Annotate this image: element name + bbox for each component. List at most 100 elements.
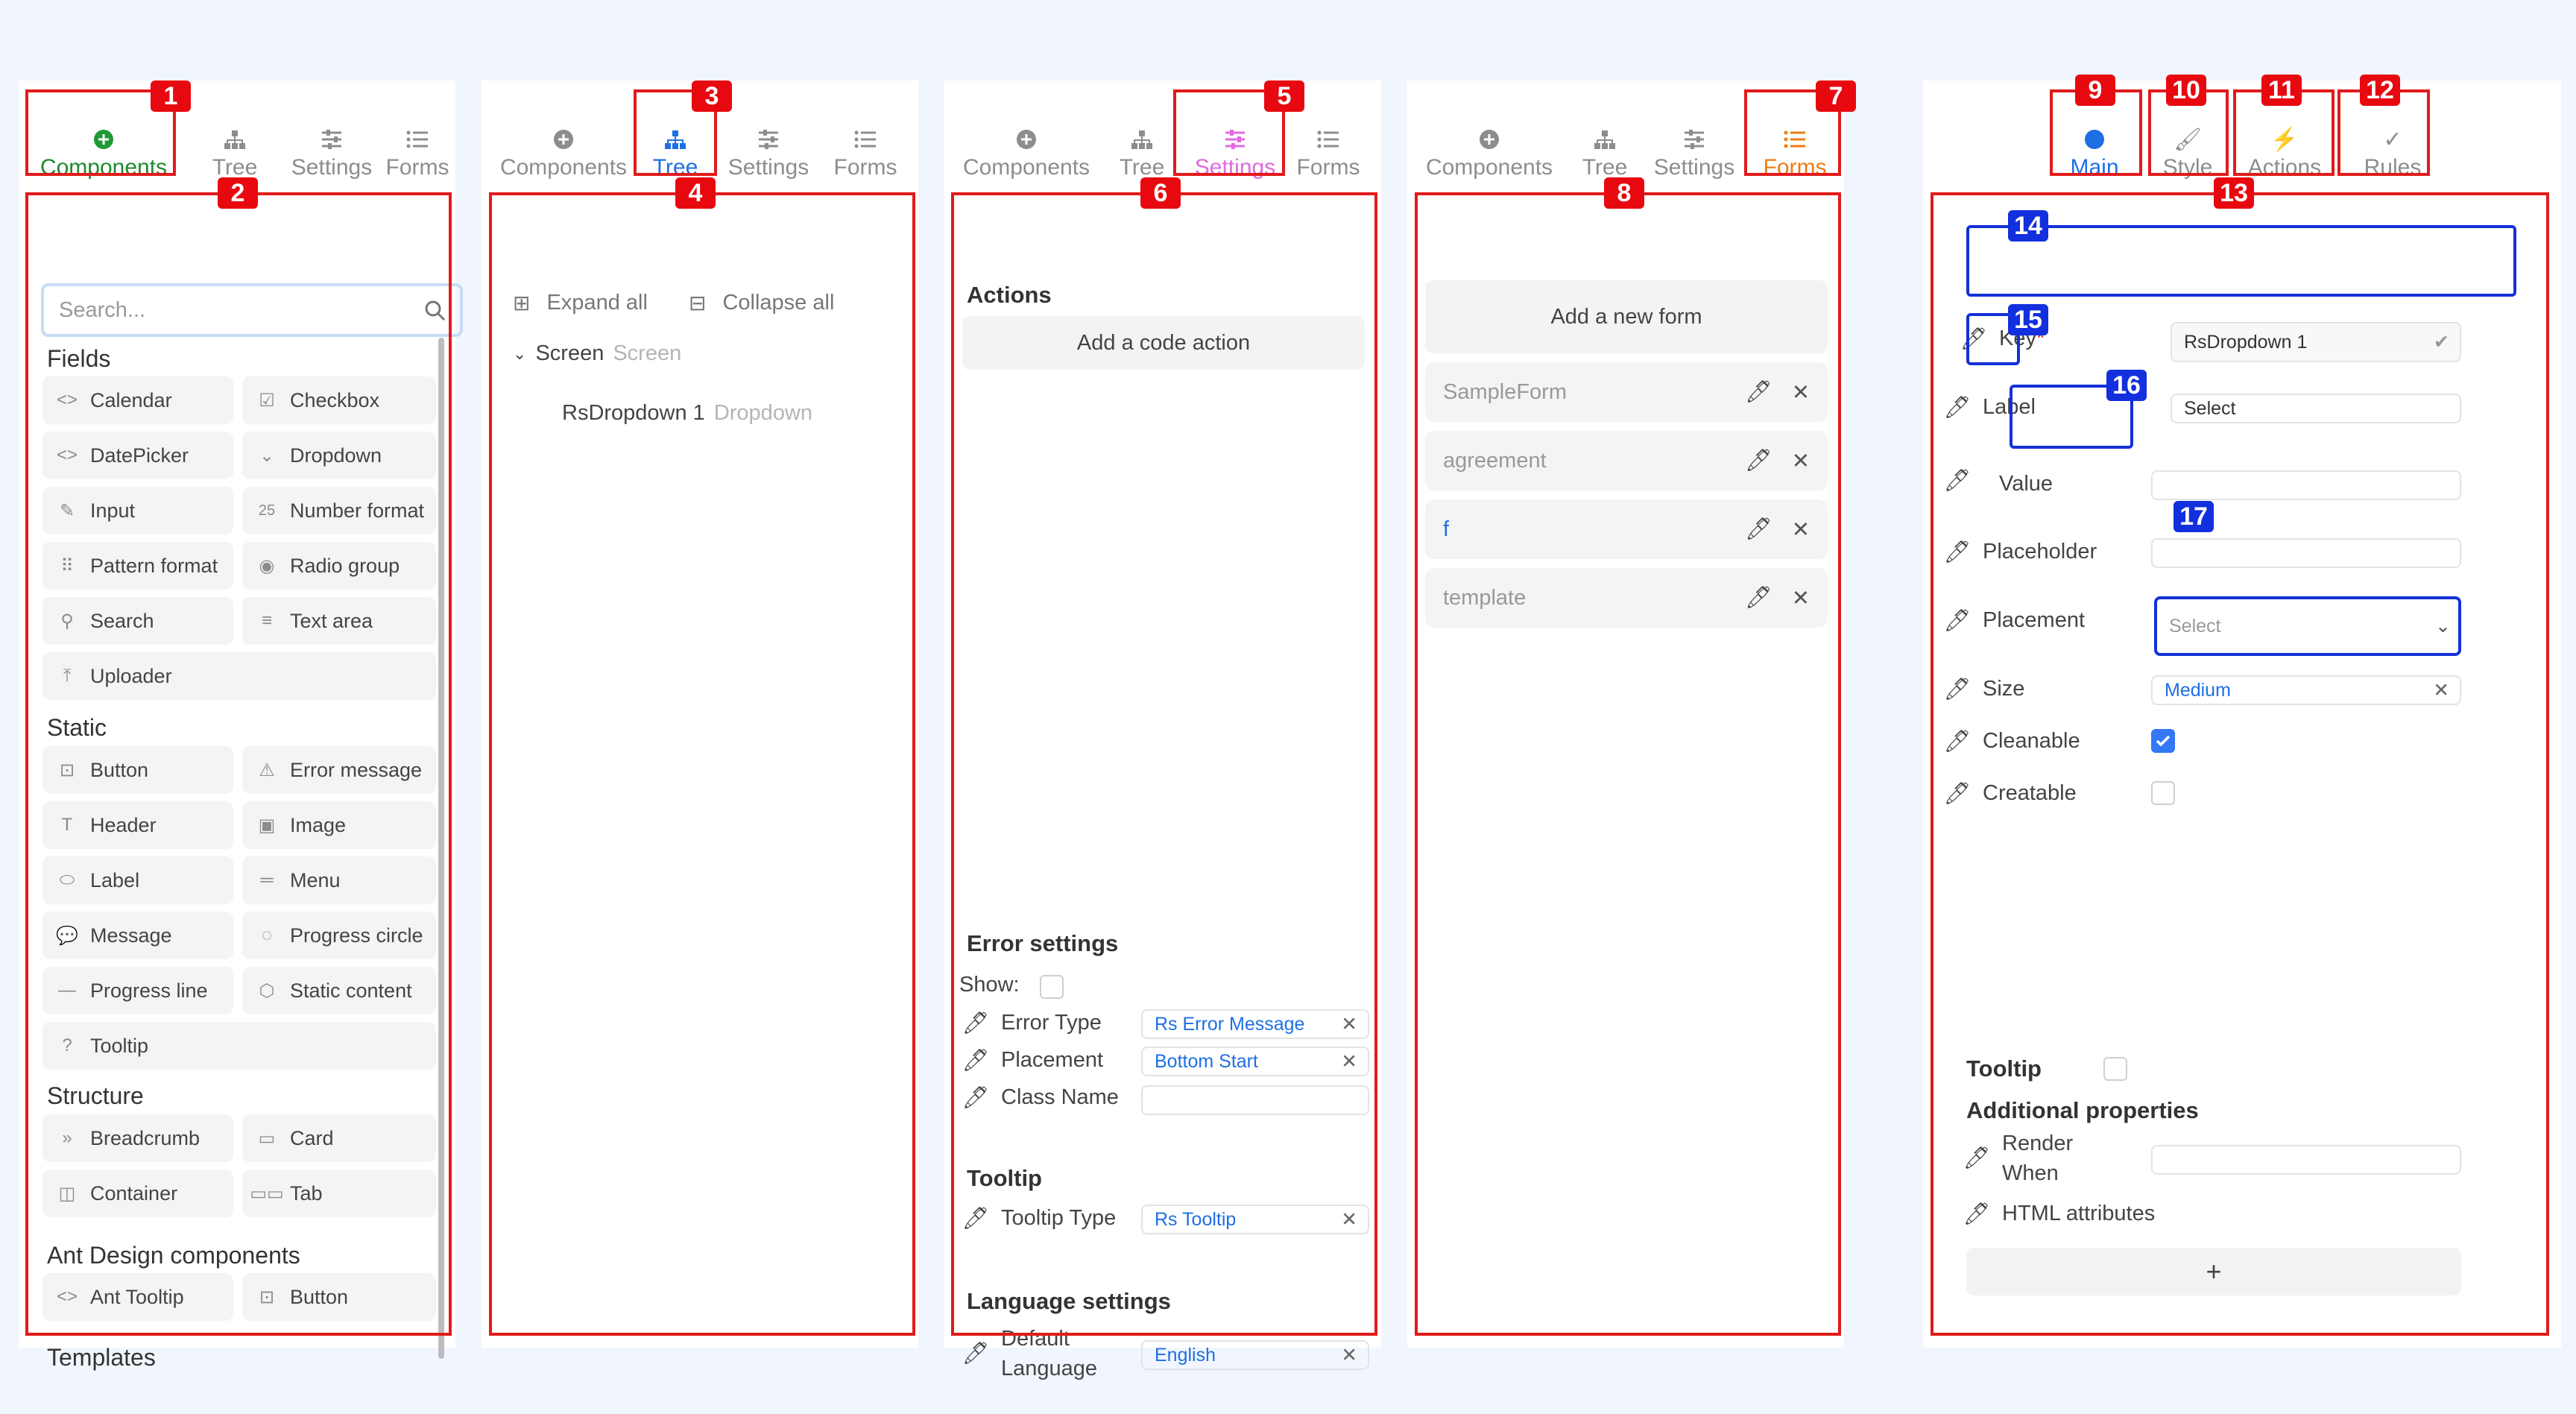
palette-item-breadcrumb[interactable]: » Breadcrumb — [42, 1114, 233, 1162]
palette-item-input[interactable]: ✎ Input — [42, 487, 233, 534]
form-item[interactable]: agreement 🖊 ✕ — [1425, 431, 1828, 490]
tab-forms[interactable]: Forms — [376, 98, 458, 210]
label-select[interactable]: Select — [2171, 394, 2461, 423]
palette-item-container[interactable]: ◫ Container — [42, 1170, 233, 1217]
pen-icon[interactable]: 🖊 — [1944, 540, 1972, 564]
add-code-action-button[interactable]: Add a code action — [962, 316, 1365, 370]
close-icon[interactable]: ✕ — [1792, 585, 1810, 611]
pen-icon[interactable]: 🖊 — [962, 1086, 990, 1110]
clear-icon[interactable]: ✕ — [1341, 1013, 1357, 1036]
pen-icon[interactable]: 🖊 — [1963, 1202, 1991, 1226]
palette-item-pattern-format[interactable]: ⠿ Pattern format — [42, 542, 233, 590]
palette-item-tooltip[interactable]: ? Tooltip — [42, 1022, 436, 1070]
size-select[interactable]: Medium ✕ — [2151, 675, 2461, 705]
palette-scrollbar[interactable] — [438, 338, 444, 1359]
tab-components[interactable]: Components — [952, 98, 1101, 210]
pen-icon[interactable]: 🖊 — [1944, 469, 1972, 493]
palette-item-button[interactable]: ⊡ Button — [42, 746, 233, 794]
palette-item-ant-button[interactable]: ⊡ Button — [242, 1273, 436, 1321]
value-input[interactable] — [2151, 470, 2461, 500]
pen-icon[interactable]: 🖊 — [1745, 448, 1772, 473]
tooltip-type-select[interactable]: Rs Tooltip ✕ — [1141, 1205, 1369, 1234]
tree-node-screen[interactable]: ⌄ Screen Screen — [513, 341, 681, 366]
pen-icon[interactable]: 🖊 — [1944, 609, 1972, 633]
palette-item-message[interactable]: 💬 Message — [42, 912, 233, 959]
tab-settings[interactable]: Settings — [1183, 98, 1287, 210]
close-icon[interactable]: ✕ — [1792, 448, 1810, 474]
creatable-checkbox[interactable] — [2151, 781, 2175, 805]
close-icon[interactable]: ✕ — [1792, 517, 1810, 543]
tab-settings[interactable]: Settings — [287, 98, 376, 210]
palette-item-card[interactable]: ▭ Card — [242, 1114, 436, 1162]
clear-icon[interactable]: ✕ — [1341, 1050, 1357, 1073]
palette-item-datepicker[interactable]: <> DatePicker — [42, 432, 233, 479]
tab-forms[interactable]: Forms — [1287, 98, 1369, 210]
classname-input[interactable] — [1141, 1085, 1369, 1115]
add-new-form-button[interactable]: Add a new form — [1425, 280, 1828, 353]
tree-node-rsdropdown[interactable]: RsDropdown 1 Dropdown — [562, 401, 812, 426]
close-icon[interactable]: ✕ — [1792, 379, 1810, 405]
placement-select[interactable]: Select ⌄ — [2154, 596, 2461, 656]
pen-icon[interactable]: 🖊 — [1963, 1146, 1991, 1170]
pen-icon[interactable]: 🖊 — [962, 1049, 990, 1073]
palette-item-uploader[interactable]: ⤒ Uploader — [42, 652, 436, 700]
pen-icon[interactable]: 🖊 — [962, 1011, 990, 1035]
palette-item-search[interactable]: ⚲ Search — [42, 597, 233, 645]
error-type-select[interactable]: Rs Error Message ✕ — [1141, 1009, 1369, 1039]
pen-icon[interactable]: 🖊 — [1745, 379, 1772, 405]
palette-item-menu[interactable]: ═ Menu — [242, 856, 436, 904]
form-item[interactable]: template 🖊 ✕ — [1425, 568, 1828, 628]
render-when-input[interactable] — [2151, 1145, 2461, 1175]
palette-item-label[interactable]: ⬭ Label — [42, 856, 233, 904]
collapse-all-button[interactable]: ⊟ Collapse all — [689, 291, 834, 315]
tab-settings[interactable]: Settings — [1646, 98, 1743, 210]
palette-item-radio-group[interactable]: ◉ Radio group — [242, 542, 436, 590]
palette-item-tab[interactable]: ▭▭ Tab — [242, 1170, 436, 1217]
placement-select[interactable]: Bottom Start ✕ — [1141, 1047, 1369, 1076]
pen-icon[interactable]: 🖊 — [1944, 396, 1972, 420]
pen-icon[interactable]: 🖊 — [1745, 517, 1772, 542]
render-when-label-row: 🖊 Render When — [1963, 1129, 2074, 1188]
pen-icon[interactable]: 🖊 — [1745, 585, 1772, 610]
tab-components[interactable]: Components — [489, 98, 638, 210]
tab-rules[interactable]: ✓ Rules — [2340, 98, 2445, 210]
check-icon[interactable]: ✔ — [2434, 331, 2449, 353]
clear-icon[interactable]: ✕ — [1341, 1344, 1357, 1367]
default-language-select[interactable]: English ✕ — [1141, 1340, 1369, 1370]
form-item[interactable]: f 🖊 ✕ — [1425, 499, 1828, 559]
tab-main[interactable]: Main — [2050, 98, 2139, 210]
palette-item-number-format[interactable]: 25 Number format — [242, 487, 436, 534]
palette-item-progress-circle[interactable]: ◌ Progress circle — [242, 912, 436, 959]
pen-icon[interactable]: 🖊 — [962, 1207, 990, 1231]
tab-settings[interactable]: Settings — [720, 98, 817, 210]
tab-components[interactable]: Components — [29, 98, 178, 210]
pen-icon[interactable]: 🖊 — [1944, 678, 1972, 701]
pen-icon[interactable]: 🖊 — [1944, 782, 1972, 806]
search-input[interactable]: Search... — [41, 283, 463, 337]
palette-item-header[interactable]: T Header — [42, 801, 233, 849]
tooltip-checkbox[interactable] — [2103, 1057, 2127, 1081]
placeholder-input[interactable] — [2151, 538, 2461, 568]
clear-icon[interactable]: ✕ — [2433, 679, 2449, 702]
pen-icon[interactable]: 🖊 — [962, 1342, 990, 1366]
palette-item-checkbox[interactable]: ☑ Checkbox — [242, 376, 436, 424]
palette-item-calendar[interactable]: <> Calendar — [42, 376, 233, 424]
palette-item-error-message[interactable]: ⚠ Error message — [242, 746, 436, 794]
show-error-checkbox[interactable] — [1040, 975, 1064, 999]
cleanable-checkbox[interactable] — [2151, 729, 2175, 753]
palette-item-ant-tooltip[interactable]: <> Ant Tooltip — [42, 1273, 233, 1321]
palette-item-dropdown[interactable]: ⌄ Dropdown — [242, 432, 436, 479]
pen-icon[interactable]: 🖊 — [1944, 730, 1972, 754]
palette-item-static-content[interactable]: ⬡ Static content — [242, 967, 436, 1014]
tab-components[interactable]: Components — [1415, 98, 1564, 210]
expand-all-button[interactable]: ⊞ Expand all — [513, 291, 648, 315]
clear-icon[interactable]: ✕ — [1341, 1208, 1357, 1231]
key-input[interactable]: RsDropdown 1 ✔ — [2171, 322, 2461, 362]
add-property-button[interactable]: + — [1966, 1248, 2461, 1295]
palette-item-text-area[interactable]: ≡ Text area — [242, 597, 436, 645]
palette-item-progress-line[interactable]: — Progress line — [42, 967, 233, 1014]
palette-item-image[interactable]: ▣ Image — [242, 801, 436, 849]
tab-forms[interactable]: Forms — [1750, 98, 1840, 210]
tab-forms[interactable]: Forms — [824, 98, 906, 210]
form-item[interactable]: SampleForm 🖊 ✕ — [1425, 362, 1828, 422]
